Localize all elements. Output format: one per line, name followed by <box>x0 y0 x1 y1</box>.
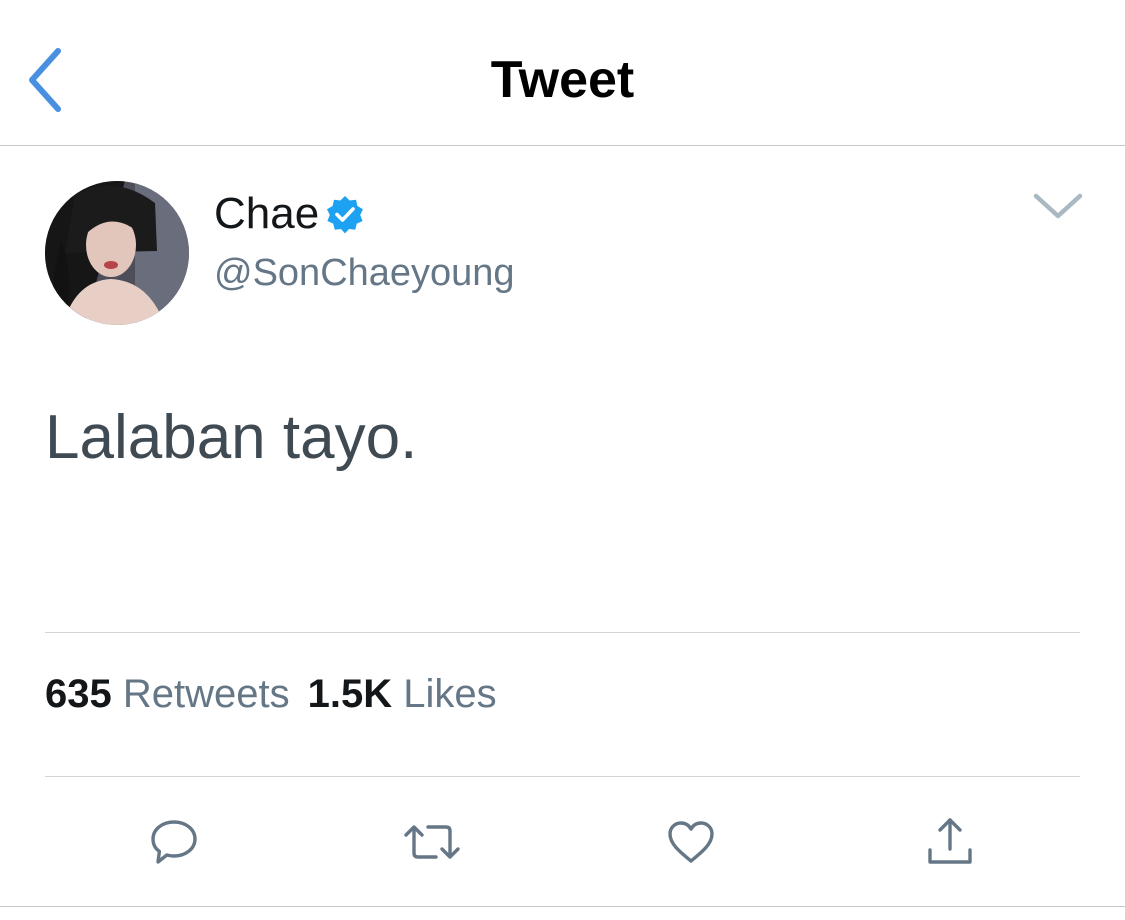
user-handle[interactable]: @SonChaeyoung <box>214 250 515 296</box>
tweet-text: Lalaban tayo. <box>45 403 418 472</box>
divider <box>45 632 1080 633</box>
verified-badge-icon <box>325 194 365 234</box>
retweets-label: Retweets <box>122 672 290 716</box>
likes-count: 1.5K <box>307 672 393 716</box>
avatar-image <box>45 181 189 325</box>
display-name-text: Chae <box>214 189 320 238</box>
share-button[interactable] <box>918 812 982 872</box>
page-title: Tweet <box>490 51 635 109</box>
share-icon <box>928 818 972 864</box>
display-name[interactable]: Chae <box>214 188 365 240</box>
avatar[interactable] <box>45 181 189 325</box>
navigation-bar: Tweet <box>0 0 1125 146</box>
chevron-down-icon <box>1033 193 1083 219</box>
more-options-button[interactable] <box>1030 186 1086 226</box>
retweet-button[interactable] <box>400 812 464 872</box>
divider <box>0 906 1125 907</box>
retweets-count: 635 <box>45 672 112 716</box>
likes-stat[interactable]: 1.5K Likes <box>308 672 497 716</box>
reply-button[interactable] <box>142 812 206 872</box>
likes-label: Likes <box>403 672 497 716</box>
tweet-stats: 635 Retweets 1.5K Likes <box>45 668 497 720</box>
retweets-stat[interactable]: 635 Retweets <box>45 672 290 716</box>
reply-icon <box>151 820 197 864</box>
like-icon <box>668 821 714 863</box>
retweet-icon <box>404 825 460 859</box>
like-button[interactable] <box>659 812 723 872</box>
divider <box>45 776 1080 777</box>
